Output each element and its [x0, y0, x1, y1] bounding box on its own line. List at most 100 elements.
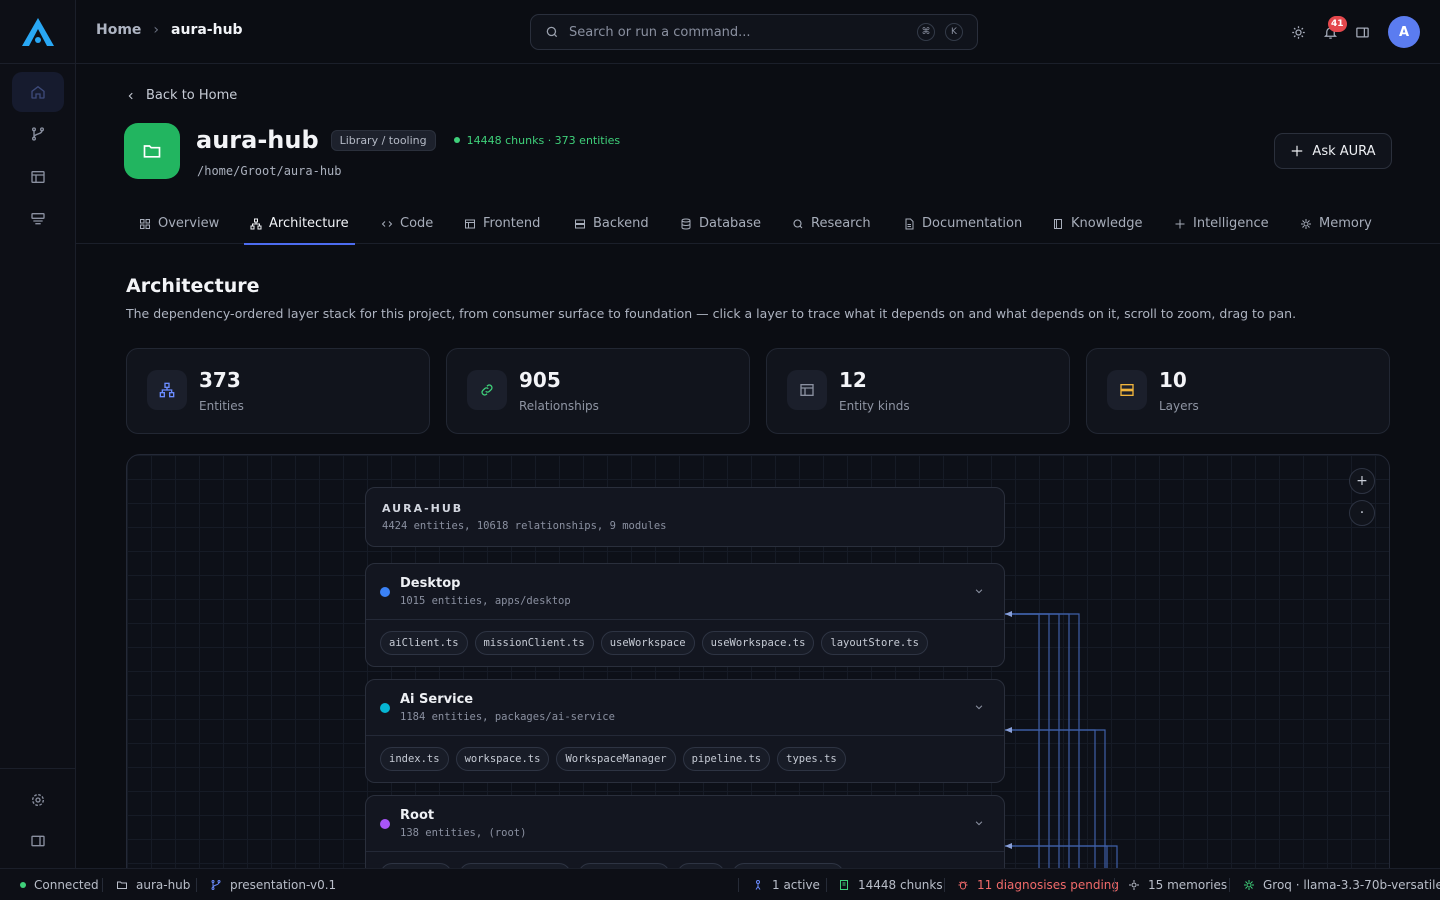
sidebar-item-git[interactable]	[12, 114, 64, 154]
layer-header[interactable]: Ai Service 1184 entities, packages/ai-se…	[366, 680, 1004, 736]
breadcrumb-home[interactable]: Home	[96, 22, 141, 38]
project-header: aura-hub Library / tooling 14448 chunks …	[196, 126, 620, 154]
status-active-label: 1 active	[772, 878, 820, 892]
entity-chip[interactable]: useWorkspace.ts	[701, 631, 815, 655]
topbar: Home › aura-hub Search or run a command.…	[76, 0, 1440, 64]
search-icon	[793, 218, 803, 228]
status-chunks[interactable]: 14448 chunks	[838, 869, 943, 900]
tab-knowledge[interactable]: Knowledge	[1052, 203, 1142, 244]
status-diagnoses[interactable]: 11 diagnosises pending	[957, 869, 1119, 900]
sidebar	[0, 0, 76, 868]
status-memories[interactable]: 15 memories	[1128, 869, 1227, 900]
layer-desktop[interactable]: Desktop 1015 entities, apps/desktop aiCl…	[365, 563, 1005, 667]
project-title: aura-hub	[196, 126, 319, 154]
tab-database[interactable]: Database	[680, 203, 761, 244]
status-bar: Connected aura-hub presentation-v0.1 1 a…	[0, 868, 1440, 900]
entity-chip[interactable]: useWorkspace	[600, 631, 695, 655]
layer-ai-service[interactable]: Ai Service 1184 entities, packages/ai-se…	[365, 679, 1005, 783]
theme-toggle-button[interactable]	[1288, 22, 1308, 42]
toggle-panel-button[interactable]	[12, 821, 64, 861]
stat-card-entities: 373 Entities	[126, 348, 430, 434]
entity-chip[interactable]: missionClient.ts	[474, 631, 594, 655]
status-separator	[196, 878, 197, 892]
server-icon	[1107, 370, 1147, 410]
section-description: The dependency-ordered layer stack for t…	[126, 306, 1297, 321]
tab-intelligence[interactable]: Intelligence	[1174, 203, 1269, 244]
gear-icon	[32, 794, 44, 806]
tab-label: Overview	[158, 216, 220, 231]
tab-architecture[interactable]: Architecture	[244, 203, 355, 245]
entity-chip[interactable]: index.ts	[380, 747, 449, 771]
sparkle-icon	[1292, 145, 1303, 157]
stat-card-entity-kinds: 12 Entity kinds	[766, 348, 1070, 434]
layout-icon	[465, 219, 475, 228]
entity-chip[interactable]: pipeline.ts	[682, 747, 771, 771]
layer-root[interactable]: Root 138 entities, (root)	[365, 795, 1005, 868]
link-icon	[467, 370, 507, 410]
layer-name: Desktop	[400, 576, 461, 591]
layer-color-dot	[380, 587, 390, 597]
entity-chip[interactable]: WorkspaceManager	[556, 747, 676, 771]
status-project-label: aura-hub	[136, 878, 191, 892]
layer-name: Root	[400, 808, 435, 823]
tab-label: Intelligence	[1193, 216, 1269, 231]
stat-label: Layers	[1159, 399, 1199, 413]
chevron-down-icon[interactable]	[974, 586, 984, 596]
search-input[interactable]: Search or run a command... ⌘ K	[530, 14, 978, 50]
layer-color-dot	[380, 819, 390, 829]
layer-header[interactable]: Desktop 1015 entities, apps/desktop	[366, 564, 1004, 620]
side-panel-button[interactable]	[1352, 22, 1372, 42]
tab-backend[interactable]: Backend	[574, 203, 649, 244]
tab-label: Research	[811, 216, 871, 231]
tab-documentation[interactable]: Documentation	[903, 203, 1022, 244]
sidebar-item-home[interactable]	[12, 72, 64, 112]
panel-icon	[31, 835, 45, 847]
stat-card-layers: 10 Layers	[1086, 348, 1390, 434]
architecture-canvas[interactable]: + · AURA-HUB 4424 entities, 10618 relati…	[126, 454, 1390, 868]
stat-label: Relationships	[519, 399, 599, 413]
main-content: Back to Home aura-hub Library / tooling …	[76, 64, 1440, 868]
panel-icon	[1355, 27, 1369, 37]
tab-frontend[interactable]: Frontend	[464, 203, 540, 244]
document-icon	[905, 218, 914, 229]
sidebar-item-server[interactable]	[12, 199, 64, 239]
layer-color-dot	[380, 703, 390, 713]
status-branch[interactable]: presentation-v0.1	[210, 869, 336, 900]
sidebar-item-layout[interactable]	[12, 157, 64, 197]
back-to-home-link[interactable]: Back to Home	[126, 88, 237, 103]
aura-logo[interactable]	[20, 16, 56, 48]
tab-overview[interactable]: Overview	[139, 203, 219, 244]
settings-button[interactable]	[12, 780, 64, 820]
server-icon	[575, 219, 585, 228]
entity-chip[interactable]: layoutStore.ts	[821, 631, 928, 655]
project-icon	[124, 123, 180, 179]
tab-research[interactable]: Research	[792, 203, 871, 244]
tab-label: Code	[400, 216, 434, 231]
sidebar-divider	[0, 768, 75, 769]
tab-label: Memory	[1319, 216, 1372, 231]
entity-chip[interactable]: workspace.ts	[455, 747, 550, 771]
tab-code[interactable]: Code	[381, 203, 433, 244]
tab-memory[interactable]: Memory	[1300, 203, 1372, 244]
code-icon	[381, 220, 393, 227]
chevron-down-icon[interactable]	[974, 702, 984, 712]
status-active-agents[interactable]: 1 active	[752, 869, 820, 900]
home-icon	[31, 85, 45, 99]
ask-aura-button[interactable]: Ask AURA	[1274, 133, 1392, 169]
entity-chip[interactable]: types.ts	[777, 747, 846, 771]
breadcrumb-current: aura-hub	[171, 22, 243, 38]
status-project[interactable]: aura-hub	[116, 869, 190, 900]
tab-label: Frontend	[483, 216, 541, 231]
stat-card-relationships: 905 Relationships	[446, 348, 750, 434]
project-tabs: Overview Architecture Code Frontend Back…	[76, 203, 1440, 245]
entity-chip[interactable]: aiClient.ts	[380, 631, 468, 655]
layer-header[interactable]: Root 138 entities, (root)	[366, 796, 1004, 852]
chevron-down-icon[interactable]	[974, 818, 984, 828]
layout-icon	[31, 171, 45, 183]
status-model[interactable]: Groq · llama-3.3-70b-versatile	[1243, 869, 1440, 900]
chevron-right-icon: ›	[153, 22, 160, 38]
layer-chips: index.ts workspace.ts WorkspaceManager p…	[380, 747, 846, 771]
avatar[interactable]: A	[1388, 16, 1420, 48]
index-status: 14448 chunks · 373 entities	[453, 134, 620, 147]
project-type-tag: Library / tooling	[330, 129, 436, 151]
